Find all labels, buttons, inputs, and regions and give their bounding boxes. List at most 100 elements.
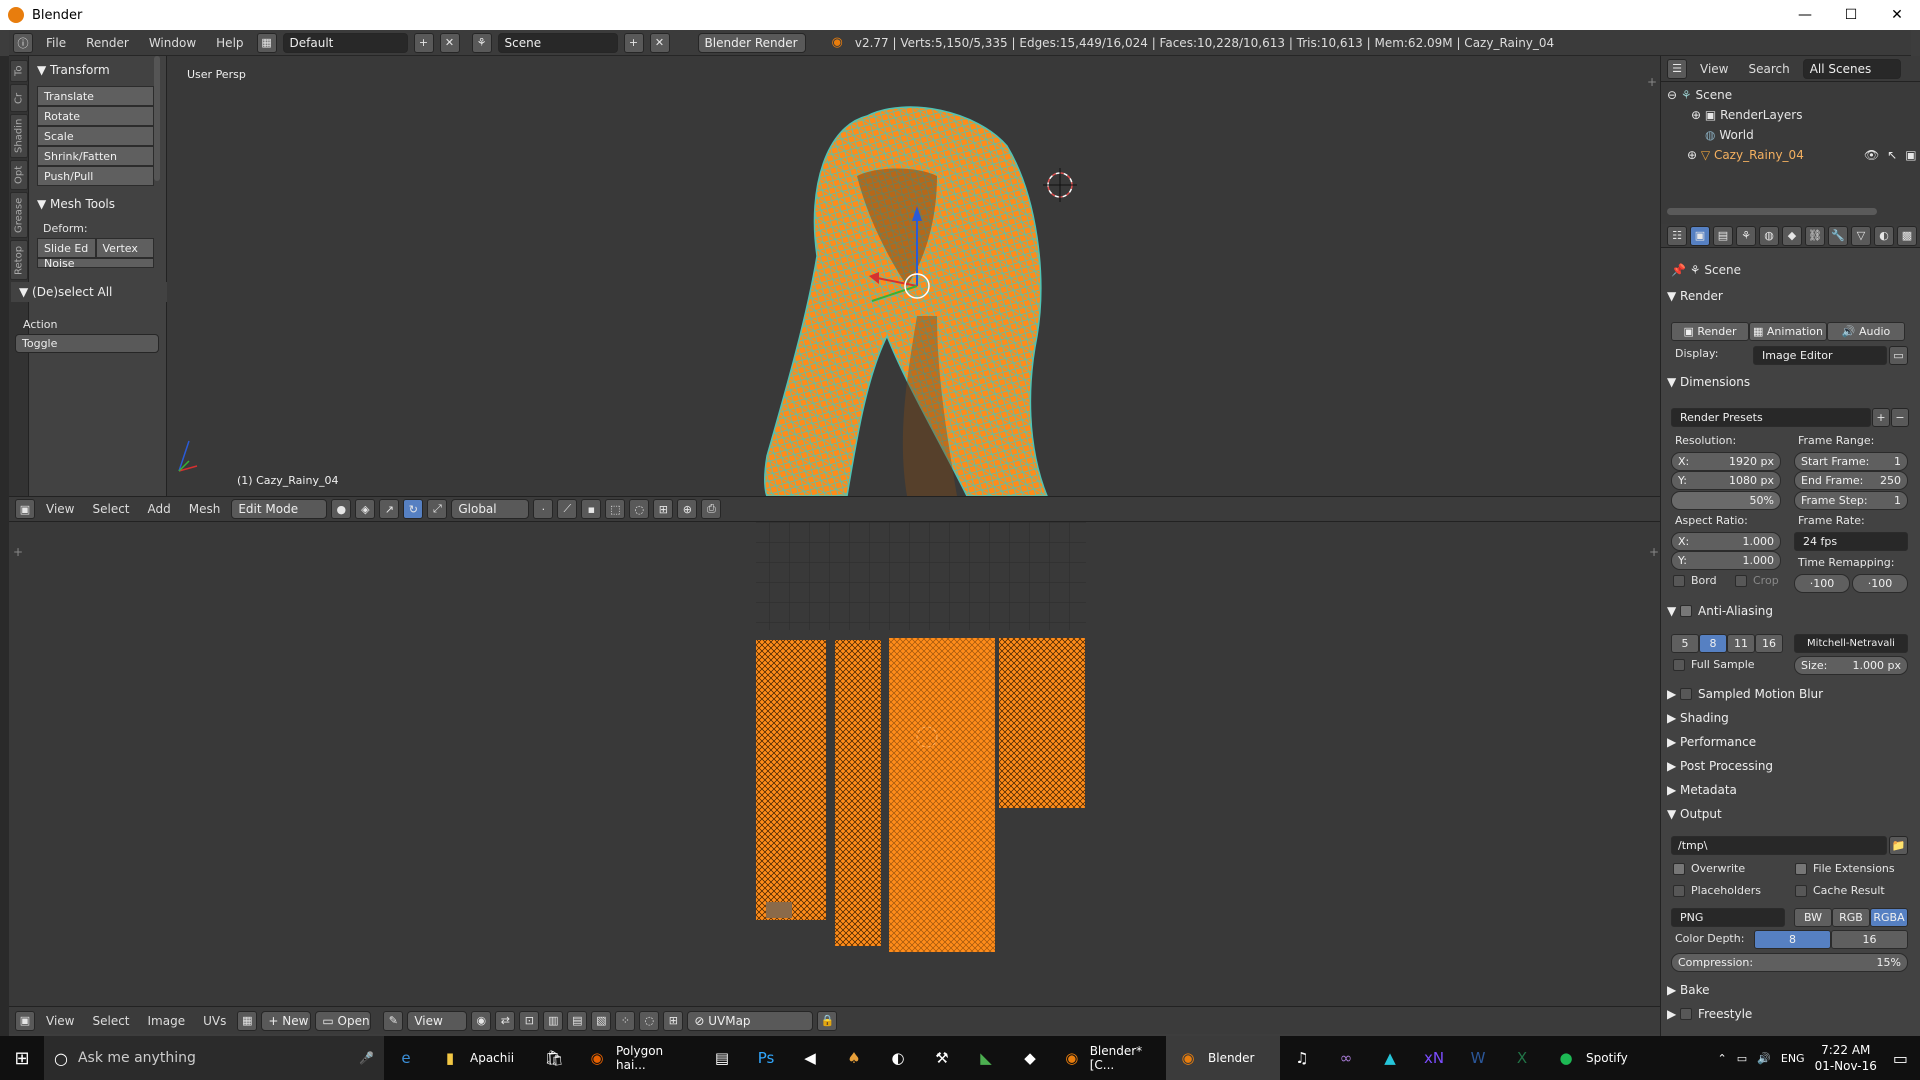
image-browse-icon[interactable]: ▦ <box>237 1010 258 1031</box>
performance-panel-header[interactable]: ▶ Performance <box>1667 732 1914 752</box>
taskbar-spotify[interactable]: ● Spotify <box>1544 1036 1648 1080</box>
word-icon[interactable]: W <box>1456 1036 1500 1080</box>
clock[interactable]: 7:22 AM 01-Nov-16 <box>1815 1042 1877 1074</box>
end-frame-field[interactable]: End Frame: 250 <box>1794 471 1908 490</box>
sync-select-icon[interactable]: ⇄ <box>495 1010 516 1031</box>
scene-selector[interactable]: Scene <box>497 32 618 53</box>
remove-scene-icon[interactable]: ✕ <box>649 32 670 53</box>
app-icon-8[interactable]: ♫ <box>1280 1036 1324 1080</box>
texture-tab-icon[interactable]: ▩ <box>1897 225 1917 246</box>
manipulator-scale-icon[interactable]: ⤢ <box>427 499 448 519</box>
manipulator-translate-icon[interactable]: ↗ <box>379 499 400 519</box>
aa-samples-5[interactable]: 5 <box>1671 634 1699 653</box>
outliner-item-world[interactable]: ◍ World <box>1705 128 1754 142</box>
remove-preset-icon[interactable]: − <box>1891 408 1909 427</box>
border-checkbox[interactable]: Bord <box>1673 574 1717 587</box>
dimensions-panel-header[interactable]: ▼ Dimensions <box>1667 372 1914 392</box>
expand-icon[interactable]: ⊕ <box>1687 148 1697 162</box>
tab-create[interactable]: Cr <box>10 84 28 112</box>
app-icon-2[interactable]: ◀ <box>788 1036 832 1080</box>
color-bw-button[interactable]: BW <box>1794 908 1832 927</box>
display-selector[interactable]: Image Editor <box>1753 346 1887 365</box>
uv-edge-mode-icon[interactable]: ▥ <box>543 1010 564 1031</box>
pivot-icon[interactable]: ◈ <box>355 499 376 519</box>
taskbar-apachii[interactable]: ▮ Apachii <box>428 1036 532 1080</box>
layout-selector[interactable]: Default <box>282 32 408 53</box>
motion-blur-panel-header[interactable]: ▶ Sampled Motion Blur <box>1667 684 1914 704</box>
uv-menu-view[interactable]: View <box>39 1014 81 1028</box>
file-format-selector[interactable]: PNG <box>1671 908 1785 927</box>
proportional-edit-icon[interactable]: ◌ <box>629 499 650 519</box>
notifications-icon[interactable]: ▭ <box>1887 1049 1914 1068</box>
expand-icon[interactable]: ⊕ <box>1691 108 1701 122</box>
aa-samples-11[interactable]: 11 <box>1727 634 1755 653</box>
modifiers-tab-icon[interactable]: 🔧 <box>1828 225 1848 246</box>
pin-icon[interactable]: ✎ <box>383 1010 404 1031</box>
tab-retopo[interactable]: Retop <box>10 240 28 280</box>
color-depth-16-button[interactable]: 16 <box>1831 930 1908 949</box>
rotate-button[interactable]: Rotate <box>37 106 154 126</box>
animation-button[interactable]: ▦ Animation <box>1749 322 1827 341</box>
overwrite-checkbox[interactable]: Overwrite <box>1673 862 1745 875</box>
limit-selection-icon[interactable]: ⬚ <box>605 499 626 519</box>
render-button[interactable]: ▣ Render <box>1671 322 1749 341</box>
aa-size-field[interactable]: Size: 1.000 px <box>1794 656 1908 675</box>
visual-studio-icon[interactable]: ∞ <box>1324 1036 1368 1080</box>
outliner-search-menu[interactable]: Search <box>1741 62 1796 76</box>
add-preset-icon[interactable]: + <box>1872 408 1890 427</box>
crop-checkbox[interactable]: Crop <box>1735 574 1779 587</box>
snap-target-icon[interactable]: ⊕ <box>677 499 698 519</box>
aspect-x-field[interactable]: X: 1.000 <box>1671 532 1781 551</box>
app-icon-3[interactable]: ♠ <box>832 1036 876 1080</box>
scene-tab-icon[interactable]: ⚘ <box>1736 225 1756 246</box>
menu-file[interactable]: File <box>39 36 73 50</box>
tab-tools[interactable]: To <box>10 60 28 82</box>
aa-samples-8[interactable]: 8 <box>1699 634 1727 653</box>
translate-button[interactable]: Translate <box>37 86 154 106</box>
info-editor-icon[interactable]: ⓘ <box>13 32 33 53</box>
world-tab-icon[interactable]: ◍ <box>1759 225 1779 246</box>
close-button[interactable]: ✕ <box>1874 0 1920 30</box>
freestyle-panel-header[interactable]: ▶ Freestyle <box>1667 1004 1914 1024</box>
output-path-field[interactable]: /tmp\ <box>1671 836 1887 855</box>
pivot-uv-icon[interactable]: ◉ <box>471 1010 492 1031</box>
shading-panel-header[interactable]: ▶ Shading <box>1667 708 1914 728</box>
render-preview-icon[interactable]: ⎙ <box>701 499 722 519</box>
audio-button[interactable]: 🔊 Audio <box>1827 322 1905 341</box>
menu-window[interactable]: Window <box>142 36 203 50</box>
start-button[interactable]: ⊞ <box>0 1036 44 1080</box>
deselect-panel-header[interactable]: ▼ (De)select All <box>11 282 171 302</box>
push-pull-button[interactable]: Push/Pull <box>37 166 154 186</box>
resolution-x-field[interactable]: X: 1920 px <box>1671 452 1781 471</box>
sticky-select-icon[interactable]: ⁘ <box>615 1010 636 1031</box>
slide-vertex-button[interactable]: Vertex <box>95 238 154 258</box>
shrink-fatten-button[interactable]: Shrink/Fatten <box>37 146 154 166</box>
add-layout-icon[interactable]: + <box>413 32 434 53</box>
render-layers-tab-icon[interactable]: ▤ <box>1713 225 1733 246</box>
cortana-search[interactable]: ○ Ask me anything 🎤 <box>44 1036 384 1080</box>
cache-result-checkbox[interactable]: Cache Result <box>1795 884 1885 897</box>
placeholders-checkbox[interactable]: Placeholders <box>1673 884 1761 897</box>
frame-rate-selector[interactable]: 24 fps <box>1794 532 1908 551</box>
face-select-icon[interactable]: ▪ <box>581 499 602 519</box>
3d-cursor-icon[interactable] <box>1043 168 1077 202</box>
layout-icon[interactable]: ▦ <box>256 32 277 53</box>
uv-menu-uvs[interactable]: UVs <box>196 1014 233 1028</box>
tab-options[interactable]: Opt <box>10 160 28 190</box>
language-indicator[interactable]: ENG <box>1781 1052 1805 1065</box>
view-mode-selector[interactable]: View <box>407 1010 468 1031</box>
vp-menu-view[interactable]: View <box>39 502 81 516</box>
uv-vertex-mode-icon[interactable]: ⊡ <box>519 1010 540 1031</box>
render-tab-icon[interactable]: ▣ <box>1690 225 1710 246</box>
outliner-item-scene[interactable]: ⊖ ⚘ Scene <box>1667 88 1732 102</box>
taskbar-blender-1[interactable]: ◉ Blender* [C... <box>1052 1036 1166 1080</box>
compression-slider[interactable]: Compression: 15% <box>1671 953 1908 972</box>
object-tab-icon[interactable]: ◆ <box>1782 225 1802 246</box>
app-icon-9[interactable]: ▲ <box>1368 1036 1412 1080</box>
noise-button[interactable]: Noise <box>37 258 154 268</box>
color-depth-8-button[interactable]: 8 <box>1754 930 1831 949</box>
collapse-icon[interactable]: ⊖ <box>1667 88 1677 102</box>
action-dropdown[interactable]: Toggle <box>15 334 159 353</box>
render-panel-header[interactable]: ▼ Render <box>1667 286 1914 306</box>
edge-icon[interactable]: e <box>384 1036 428 1080</box>
